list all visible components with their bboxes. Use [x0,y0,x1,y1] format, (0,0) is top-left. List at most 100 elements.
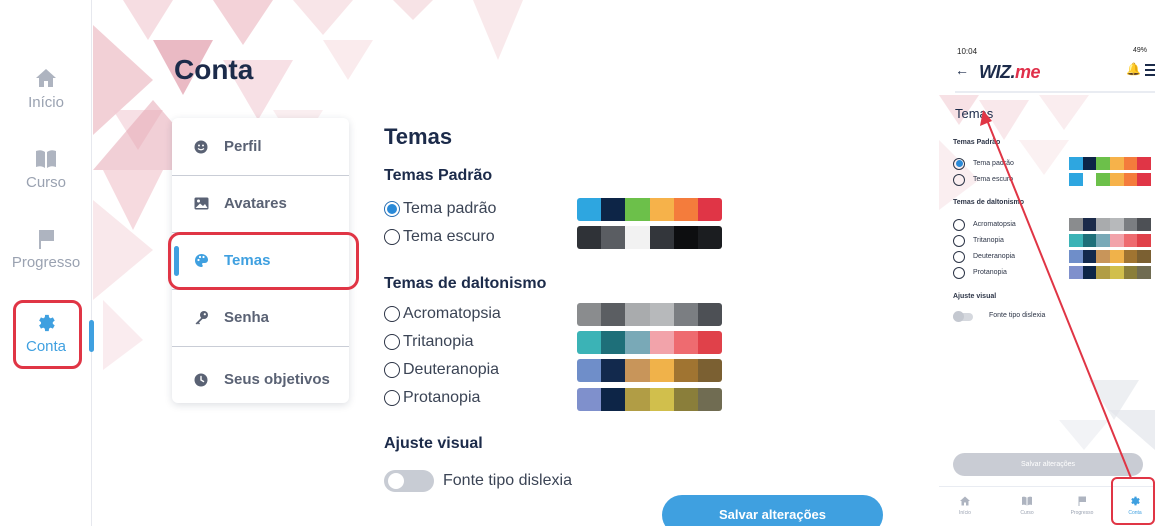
swatch-color [697,359,722,382]
swatch-color [577,388,602,411]
theme-option-protanopia[interactable]: Protanopia [384,387,480,409]
swatch-color [1082,266,1097,279]
palette-swatch [1069,266,1151,279]
swatch-color [1096,234,1111,247]
menu-item-seus-objetivos[interactable]: Seus objetivos [172,351,349,408]
radio-unselected[interactable] [384,390,400,406]
radio-selected[interactable] [384,201,400,217]
theme-option-escuro[interactable]: Tema escuro [384,226,495,248]
radio-unselected[interactable] [384,306,400,322]
hamburger-menu-icon[interactable] [1145,64,1155,79]
swatch-color [1137,157,1151,170]
logo-suffix: me [1015,62,1041,82]
nav-item-curso[interactable]: Curso [0,148,92,191]
nav-item-progresso[interactable]: Progresso [0,228,92,271]
phone-theme-option-tritanopia[interactable]: Tritanopia [953,234,1004,247]
nav-item-inicio[interactable]: Início [0,66,92,111]
swatch-color [673,388,698,411]
swatch-color [1096,218,1111,231]
swatch-color [601,198,626,221]
dyslexia-font-label: Fonte tipo dislexia [443,472,572,489]
phone-dyslexia-toggle[interactable] [953,311,973,322]
swatch-color [1069,234,1083,247]
theme-option-tritanopia[interactable]: Tritanopia [384,331,474,353]
app-logo: WIZ.me [979,62,1041,83]
default-themes-heading: Temas Padrão [384,167,493,184]
radio-unselected[interactable] [384,334,400,350]
swatch-color [649,198,674,221]
phone-nav-curso[interactable]: Curso [1007,495,1047,516]
swatch-color [673,303,698,326]
palette-swatch [577,331,722,354]
annotation-arrow [980,110,1132,479]
theme-label: Tema escuro [403,228,495,245]
radio-unselected[interactable] [384,362,400,378]
bell-icon[interactable]: 🔔 [1126,62,1141,76]
swatch-color [577,359,602,382]
radio-unselected[interactable] [953,218,965,231]
radio-selected[interactable] [953,157,965,170]
key-icon [192,310,210,325]
theme-option-acromatopsia[interactable]: Acromatopsia [384,303,501,325]
swatch-color [673,331,698,354]
menu-item-perfil[interactable]: Perfil [172,118,349,175]
phone-theme-option-protanopia[interactable]: Protanopia [953,266,1007,279]
swatch-color [577,198,602,221]
swatch-color [697,303,722,326]
swatch-color [601,226,626,249]
highlight-box-temas [168,232,359,290]
swatch-color [649,331,674,354]
swatch-color [1123,157,1138,170]
radio-unselected[interactable] [953,250,965,263]
phone-theme-option-padrao[interactable]: Tema padrão [953,157,1014,170]
nav-label-inicio: Início [28,94,64,111]
radio-unselected[interactable] [953,234,965,247]
swatch-color [673,226,698,249]
menu-divider [172,346,349,347]
phone-default-themes-heading: Temas Padrão [953,139,1001,146]
phone-theme-option-acromatopsia[interactable]: Acromatopsia [953,218,1016,231]
swatch-color [1137,266,1151,279]
phone-theme-option-escuro[interactable]: Tema escuro [953,173,1013,186]
phone-nav-inicio[interactable]: Início [945,495,985,516]
save-button[interactable]: Salvar alterações [662,495,883,526]
flag-icon [1078,496,1086,506]
phone-save-button[interactable]: Salvar alterações [953,453,1143,476]
swatch-color [697,198,722,221]
swatch-color [1082,173,1097,186]
theme-label: Tema padrão [973,160,1014,167]
home-icon [960,496,970,506]
theme-option-deuteranopia[interactable]: Deuteranopia [384,359,499,381]
menu-item-avatares[interactable]: Avatares [172,175,349,232]
swatch-color [1123,266,1138,279]
dyslexia-font-toggle[interactable] [384,470,434,492]
menu-item-senha[interactable]: Senha [172,289,349,346]
swatch-color [1082,218,1097,231]
swatch-color [601,331,626,354]
palette-swatch [577,303,722,326]
swatch-color [625,331,650,354]
swatch-color [1110,250,1124,263]
theme-label: Tema escuro [973,176,1014,183]
palette-swatch [1069,218,1151,231]
swatch-color [625,198,650,221]
swatch-color [625,303,650,326]
theme-label: Protanopia [403,389,481,406]
radio-unselected[interactable] [953,266,965,279]
radio-unselected[interactable] [953,173,965,186]
radio-unselected[interactable] [384,229,400,245]
swatch-color [1069,173,1083,186]
phone-nav-label: Curso [1020,510,1034,516]
phone-nav-progresso[interactable]: Progresso [1062,495,1102,516]
swatch-color [577,226,602,249]
swatch-color [601,359,626,382]
theme-label: Tema padrão [403,200,497,217]
swatch-color [1069,250,1083,263]
theme-label: Deuteranopia [403,361,500,378]
theme-option-padrao[interactable]: Tema padrão [384,198,496,220]
swatch-color [1096,173,1111,186]
colorblind-themes-heading: Temas de daltonismo [384,275,547,292]
phone-theme-option-deuteranopia[interactable]: Deuteranopia [953,250,1015,263]
swatch-color [697,331,722,354]
back-arrow-icon[interactable]: ← [955,62,969,78]
